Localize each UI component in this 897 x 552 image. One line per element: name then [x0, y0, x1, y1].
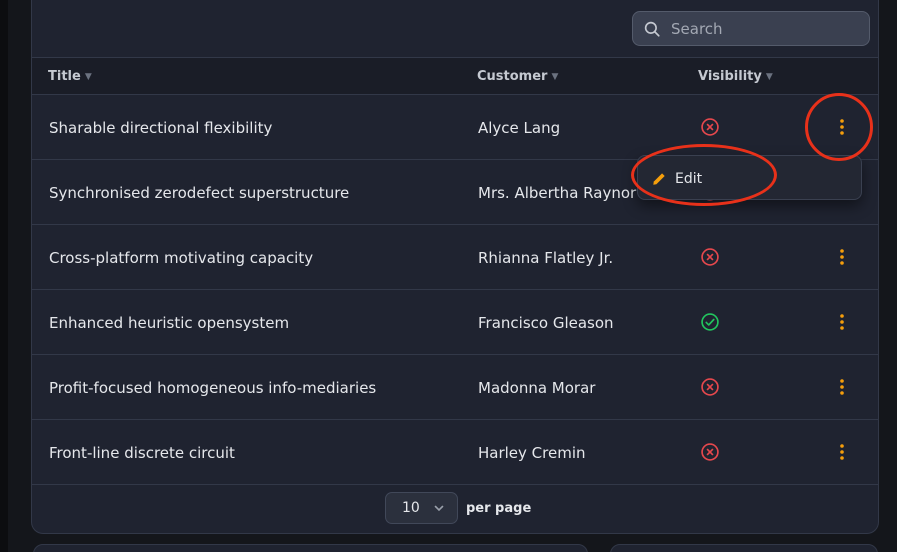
row-customer: Mrs. Albertha Raynor — [478, 184, 637, 202]
left-sidebar-edge — [0, 0, 8, 552]
column-header-label: Title — [48, 69, 81, 84]
chevron-down-icon: ▼ — [551, 71, 559, 82]
row-title: Profit-focused homogeneous info-mediarie… — [49, 379, 377, 397]
edit-label: Edit — [675, 170, 703, 187]
row-actions-button[interactable] — [832, 245, 852, 269]
row-actions-button[interactable] — [832, 440, 852, 464]
row-title: Front-line discrete circuit — [49, 444, 235, 462]
row-actions-button[interactable] — [832, 375, 852, 399]
x-circle-icon — [701, 248, 719, 266]
row-actions-button[interactable] — [832, 310, 852, 334]
row-actions-menu: Edit — [637, 155, 862, 200]
chevron-down-icon — [434, 505, 444, 512]
row-customer: Madonna Morar — [478, 379, 596, 397]
table-row[interactable]: Front-line discrete circuit Harley Cremi… — [32, 420, 878, 485]
chevron-down-icon: ▼ — [765, 71, 773, 82]
row-customer: Alyce Lang — [478, 119, 561, 137]
row-customer: Francisco Gleason — [478, 314, 614, 332]
per-page-label: per page — [466, 501, 532, 516]
row-customer: Rhianna Flatley Jr. — [478, 249, 614, 267]
dots-vertical-icon — [840, 379, 844, 395]
per-page-select[interactable]: 10 — [385, 492, 458, 524]
dots-vertical-icon — [840, 249, 844, 265]
row-title: Enhanced heuristic opensystem — [49, 314, 290, 332]
dots-vertical-icon — [840, 119, 844, 135]
x-circle-icon — [701, 118, 719, 136]
column-header-label: Customer — [477, 69, 548, 84]
row-customer: Harley Cremin — [478, 444, 586, 462]
chevron-down-icon: ▼ — [84, 71, 92, 82]
dots-vertical-icon — [840, 314, 844, 330]
table-footer: 10 per page — [32, 485, 878, 533]
per-page-value: 10 — [402, 500, 420, 516]
next-card-edge — [33, 544, 588, 552]
pencil-icon — [653, 172, 665, 185]
x-circle-icon — [701, 443, 719, 461]
x-circle-icon — [701, 378, 719, 396]
table-toolbar — [32, 0, 878, 58]
column-header-customer[interactable]: Customer ▼ — [477, 69, 558, 84]
row-title: Cross-platform motivating capacity — [49, 249, 314, 267]
next-card-edge — [610, 544, 878, 552]
table-header: Title ▼ Customer ▼ Visibility ▼ — [32, 58, 878, 95]
search-input[interactable] — [671, 19, 851, 38]
dots-vertical-icon — [840, 444, 844, 460]
column-header-title[interactable]: Title ▼ — [48, 69, 92, 84]
row-title: Synchronised zerodefect superstructure — [49, 184, 350, 202]
table-panel: Title ▼ Customer ▼ Visibility ▼ Sharable… — [31, 0, 879, 534]
table-row[interactable]: Enhanced heuristic opensystem Francisco … — [32, 290, 878, 355]
check-circle-icon — [701, 313, 719, 331]
column-header-label: Visibility — [698, 69, 762, 84]
row-title: Sharable directional flexibility — [49, 119, 273, 137]
edit-menu-item[interactable]: Edit — [638, 156, 861, 201]
table-row[interactable]: Cross-platform motivating capacity Rhian… — [32, 225, 878, 290]
table-row[interactable]: Profit-focused homogeneous info-mediarie… — [32, 355, 878, 420]
search-box[interactable] — [632, 11, 870, 46]
column-header-visibility[interactable]: Visibility ▼ — [698, 69, 773, 84]
search-icon — [644, 21, 660, 37]
table-row[interactable]: Sharable directional flexibility Alyce L… — [32, 95, 878, 160]
row-actions-button[interactable] — [832, 115, 852, 139]
